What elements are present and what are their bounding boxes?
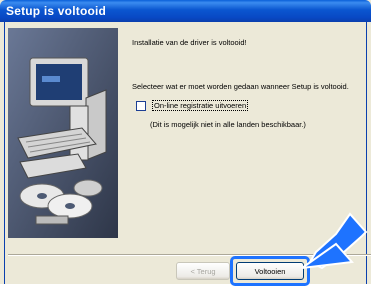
button-divider bbox=[8, 254, 371, 256]
completion-message: Installatie van de driver is voltooid! bbox=[132, 38, 247, 47]
registration-checkbox-label[interactable]: On-line registratie uitvoeren bbox=[152, 100, 249, 111]
finish-highlight-frame bbox=[230, 256, 310, 286]
availability-note: (Dit is mogelijk niet in alle landen bes… bbox=[150, 120, 306, 129]
registration-checkbox[interactable] bbox=[136, 100, 146, 111]
back-button[interactable]: < Terug bbox=[176, 262, 230, 280]
title-bar: Setup is voltooid bbox=[0, 0, 371, 22]
setup-window: Setup is voltooid Installatie van de dri… bbox=[0, 0, 371, 286]
selection-prompt: Selecteer wat er moet worden gedaan wann… bbox=[132, 82, 349, 91]
window-title: Setup is voltooid bbox=[6, 4, 107, 18]
computer-illustration-icon bbox=[8, 28, 118, 238]
registration-option[interactable]: On-line registratie uitvoeren bbox=[136, 100, 249, 111]
setup-illustration bbox=[8, 28, 118, 238]
